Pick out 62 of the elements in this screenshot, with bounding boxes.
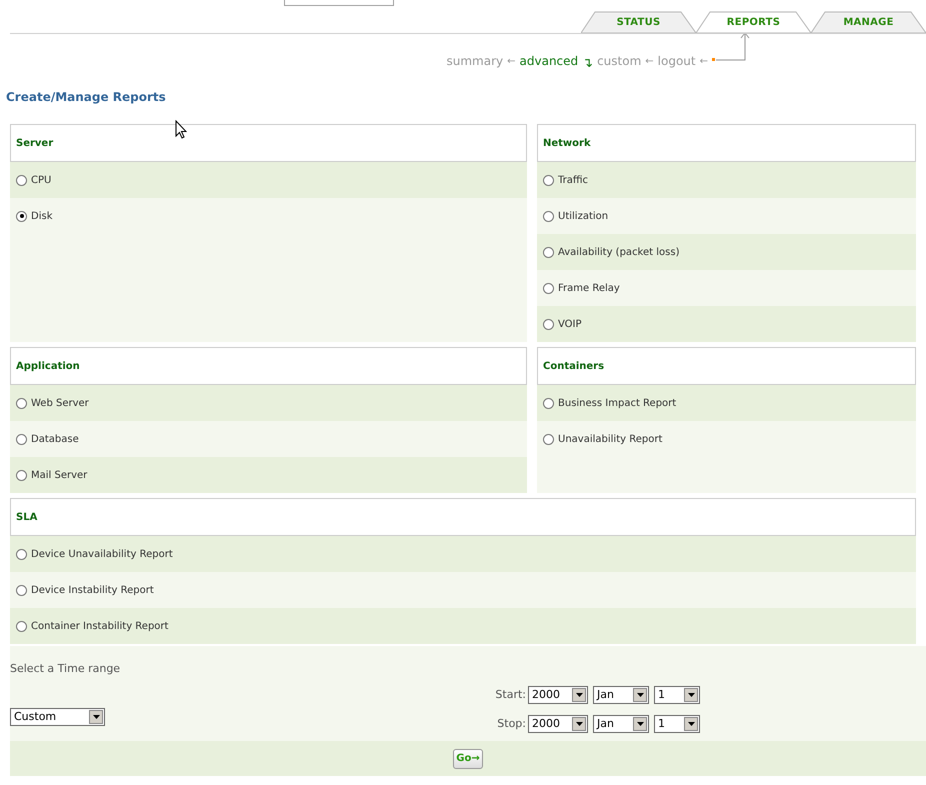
option-label: Frame Relay (558, 282, 620, 296)
radio-button[interactable] (16, 548, 27, 560)
preset-dropdown[interactable]: Custom (10, 708, 105, 726)
radio-button[interactable] (16, 434, 27, 444)
option-label: Mail Server (31, 468, 88, 482)
caret-icon (572, 688, 586, 702)
date-label: Stop: (496, 716, 526, 732)
arrow-icon: ↴ (582, 54, 594, 74)
tab[interactable]: STATUS (581, 11, 696, 33)
option-label: Database (31, 432, 79, 446)
section-heading: Server (16, 136, 54, 150)
radio-button[interactable] (543, 318, 554, 330)
arrow-icon: ← (700, 54, 708, 68)
caret-icon (633, 688, 647, 702)
arrow-icon: ← (507, 54, 516, 68)
radio-button[interactable] (16, 174, 27, 186)
option-label: Business Impact Report (558, 396, 676, 410)
option-label: Unavailability Report (558, 432, 662, 446)
section-heading: Network (543, 136, 591, 150)
radio-button[interactable] (16, 210, 27, 222)
radio-button[interactable] (543, 174, 554, 186)
caret-icon (89, 710, 103, 724)
option-label: Web Server (31, 396, 89, 410)
year-dropdown[interactable]: 2000 (528, 715, 588, 733)
month-dropdown[interactable]: Jan (593, 715, 649, 733)
tab[interactable]: REPORTS (696, 11, 811, 33)
arrow-icon: ← (645, 54, 654, 68)
caret-icon (684, 717, 698, 731)
go-button[interactable]: Go→ (453, 748, 483, 768)
radio-button[interactable] (543, 210, 554, 222)
day-dropdown[interactable]: 1 (654, 686, 700, 704)
option-label: Utilization (558, 210, 608, 224)
page-title: Create/Manage Reports (6, 89, 167, 106)
option-label: Disk (31, 210, 52, 224)
tab[interactable]: MANAGE (811, 11, 926, 33)
radio-button[interactable] (16, 620, 27, 632)
option-label: Availability (packet loss) (558, 246, 680, 260)
date-label: Start: (494, 686, 526, 703)
section-heading: SLA (16, 510, 38, 524)
radio-button[interactable] (16, 584, 27, 596)
option-label: CPU (31, 174, 52, 188)
caret-icon (684, 688, 698, 702)
radio-button[interactable] (543, 434, 554, 444)
nav-link[interactable]: advanced (520, 52, 578, 70)
radio-button[interactable] (16, 470, 27, 480)
radio-button[interactable] (543, 246, 554, 258)
option-label: Device Instability Report (31, 584, 154, 598)
section-heading: Containers (543, 360, 604, 374)
option-label: Device Unavailability Report (31, 548, 173, 562)
month-dropdown[interactable]: Jan (593, 686, 649, 704)
caret-icon (633, 717, 647, 731)
option-label: Container Instability Report (31, 620, 168, 634)
time-range-label: Select a Time range (10, 661, 120, 677)
day-dropdown[interactable]: 1 (654, 715, 700, 733)
option-label: VOIP (558, 318, 582, 332)
option-label: Traffic (558, 174, 588, 188)
radio-button[interactable] (543, 282, 554, 294)
section-heading: Application (16, 360, 80, 374)
radio-button[interactable] (543, 398, 554, 408)
radio-button[interactable] (16, 398, 27, 408)
year-dropdown[interactable]: 2000 (528, 686, 588, 704)
caret-icon (572, 717, 586, 731)
